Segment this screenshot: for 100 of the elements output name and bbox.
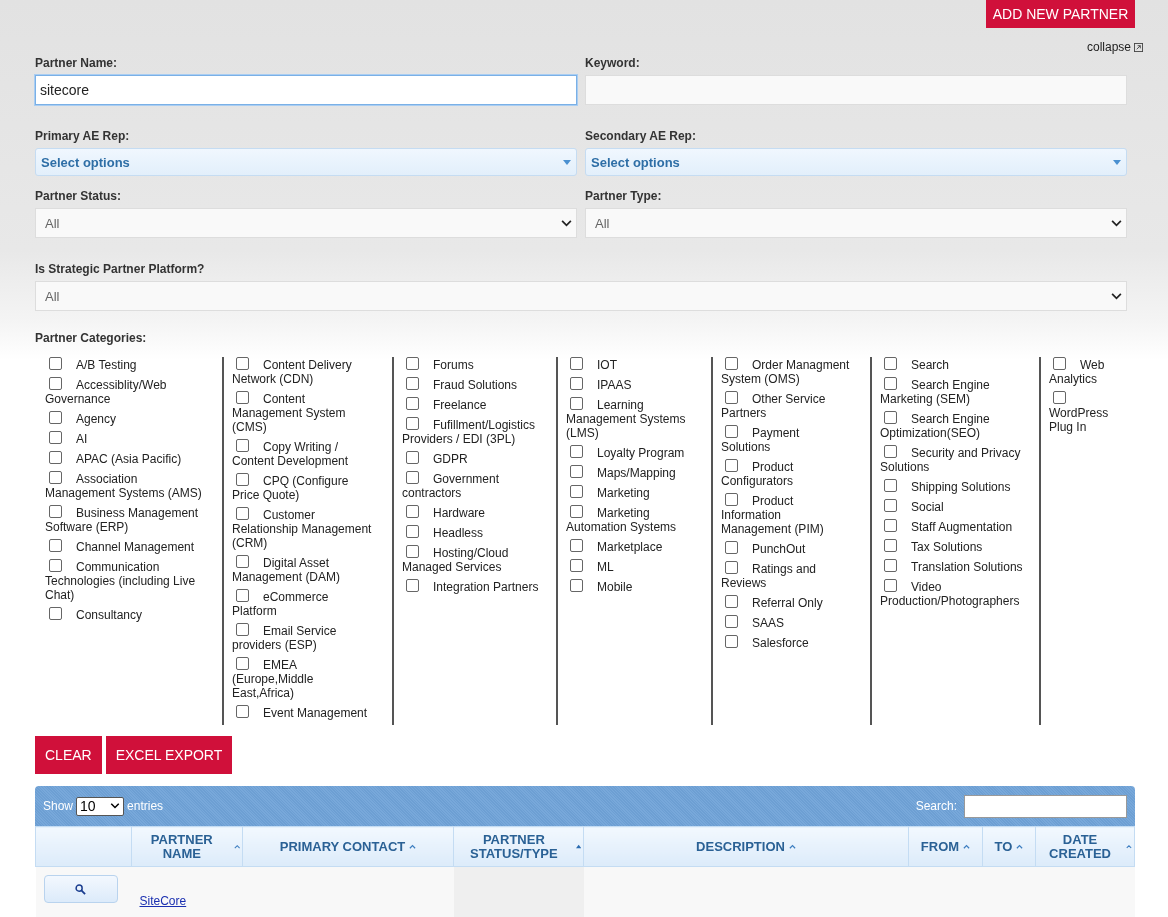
chevron-down-icon (110, 803, 121, 809)
checkbox[interactable]: Forums (402, 357, 540, 372)
checkbox[interactable]: Integration Partners (402, 579, 540, 594)
collapse-link[interactable]: collapse (1086, 40, 1143, 54)
field-label: Partner Name: (35, 56, 119, 71)
checkbox[interactable]: Agency (45, 411, 206, 426)
checkbox[interactable]: Search Engine Marketing (SEM) (880, 377, 1023, 406)
field-label: Primary AE Rep: (35, 129, 131, 144)
dropdown-triangle-icon (563, 159, 571, 165)
checkbox[interactable]: Association Management Systems (AMS) (45, 471, 206, 500)
checkbox[interactable]: Fufillment/Logistics Providers / EDI (3PL) (402, 417, 540, 446)
chevron-down-icon (561, 219, 572, 227)
checkbox[interactable]: Referral Only (721, 595, 851, 610)
checkbox[interactable]: Order Managment System (OMS) (721, 357, 851, 386)
checkbox[interactable]: SAAS (721, 615, 851, 630)
select-dropdown[interactable]: All (585, 208, 1127, 238)
checkbox[interactable]: Staff Augmentation (880, 519, 1023, 534)
checkbox[interactable]: Social (880, 499, 1023, 514)
checkbox[interactable]: Content Delivery Network (CDN) (232, 357, 376, 386)
checkbox[interactable]: Consultancy (45, 607, 206, 622)
select-dropdown[interactable]: All (35, 208, 577, 238)
checkbox[interactable]: Search (880, 357, 1023, 372)
checkbox[interactable]: Copy Writing / Content Development (232, 439, 376, 468)
entries-label: entries (127, 799, 164, 813)
dropdown-triangle-icon (1113, 159, 1121, 165)
multi-select-dropdown[interactable]: Select options (35, 148, 577, 176)
checkbox[interactable]: Security and Privacy Solutions (880, 445, 1023, 474)
field-label: Partner Status: (35, 189, 123, 204)
checkbox[interactable]: Loyalty Program (566, 445, 695, 460)
checkbox[interactable]: Search Engine Optimization(SEO) (880, 411, 1023, 440)
checkbox[interactable]: Tax Solutions (880, 539, 1023, 554)
text-field[interactable]: sitecore (35, 75, 577, 105)
checkbox[interactable]: Hosting/Cloud Managed Services (402, 545, 540, 574)
checkbox[interactable]: Marketing (566, 485, 695, 500)
checkbox[interactable]: EMEA (Europe,Middle East,Africa) (232, 657, 376, 700)
action-button[interactable]: CLEAR (35, 736, 102, 774)
checkbox[interactable]: Translation Solutions (880, 559, 1023, 574)
checkbox[interactable]: Product Configurators (721, 459, 851, 488)
checkbox[interactable]: Payment Solutions (721, 425, 851, 454)
column-header[interactable]: FROM (908, 826, 983, 867)
checkbox[interactable]: Ratings and Reviews (721, 561, 851, 590)
column-header[interactable]: DESCRIPTION (583, 826, 909, 867)
checkbox[interactable]: Government contractors (402, 471, 540, 500)
partner-name-link[interactable]: SiteCore (139, 894, 187, 908)
checkbox[interactable]: Maps/Mapping (566, 465, 695, 480)
checkbox[interactable]: Digital Asset Management (DAM) (232, 555, 376, 584)
column-header[interactable]: DATE CREATED (1035, 826, 1135, 867)
checkbox[interactable]: Mobile (566, 579, 695, 594)
checkbox[interactable]: A/B Testing (45, 357, 206, 372)
field-label: Secondary AE Rep: (585, 129, 697, 144)
checkbox[interactable]: Business Management Software (ERP) (45, 505, 206, 534)
checkbox[interactable]: WordPress Plug In (1049, 391, 1109, 434)
search-icon (75, 883, 86, 895)
checkbox[interactable]: Fraud Solutions (402, 377, 540, 392)
checkbox[interactable]: Communication Technologies (including Live Chat) (45, 559, 206, 602)
checkbox[interactable]: Salesforce (721, 635, 851, 650)
checkbox[interactable]: Email Service providers (ESP) (232, 623, 376, 652)
checkbox[interactable]: APAC (Asia Pacific) (45, 451, 206, 466)
multi-select-dropdown[interactable]: Select options (585, 148, 1127, 176)
checkbox[interactable]: Marketing Automation Systems (566, 505, 695, 534)
checkbox[interactable]: Video Production/Photographers (880, 579, 1023, 608)
field-label: Partner Type: (585, 189, 663, 204)
section-label: Partner Categories: (35, 331, 148, 346)
checkbox[interactable]: Shipping Solutions (880, 479, 1023, 494)
checkbox[interactable]: IPAAS (566, 377, 695, 392)
text-field[interactable] (585, 75, 1127, 105)
action-button[interactable]: EXCEL EXPORT (105, 736, 233, 774)
checkbox[interactable]: Customer Relationship Management (CRM) (232, 507, 376, 550)
column-header[interactable]: PARTNER STATUS/TYPE (453, 826, 584, 867)
checkbox[interactable]: Hardware (402, 505, 540, 520)
column-header[interactable]: PARTNER NAME (131, 826, 243, 867)
checkbox[interactable]: AI (45, 431, 206, 446)
checkbox[interactable]: Freelance (402, 397, 540, 412)
select-dropdown[interactable]: All (35, 281, 1127, 311)
checkbox[interactable]: Accessiblity/Web Governance (45, 377, 206, 406)
field-label: Keyword: (585, 56, 641, 71)
checkbox[interactable]: Content Management System (CMS) (232, 391, 376, 434)
checkbox[interactable]: Headless (402, 525, 540, 540)
checkbox[interactable]: ML (566, 559, 695, 574)
checkbox[interactable]: PunchOut (721, 541, 851, 556)
checkbox[interactable]: Product Information Management (PIM) (721, 493, 851, 536)
checkbox[interactable]: Other Service Partners (721, 391, 851, 420)
checkbox[interactable]: IOT (566, 357, 695, 372)
checkbox[interactable]: Event Management (232, 705, 376, 720)
search-field[interactable] (964, 794, 1127, 818)
view-button[interactable] (43, 875, 118, 903)
checkbox[interactable]: Learning Management Systems (LMS) (566, 397, 695, 440)
column-header[interactable]: TO (982, 826, 1036, 867)
page-size-select[interactable]: 10 (76, 796, 125, 816)
chevron-down-icon (1111, 219, 1122, 227)
column-header[interactable]: PRIMARY CONTACT (242, 826, 454, 867)
checkbox[interactable]: Web Analytics (1049, 357, 1109, 386)
add-new-partner-button[interactable]: ADD NEW PARTNER (986, 0, 1135, 28)
search-label: Search: (915, 799, 957, 813)
checkbox[interactable]: eCommerce Platform (232, 589, 376, 618)
checkbox[interactable]: Marketplace (566, 539, 695, 554)
show-label: Show (43, 799, 74, 813)
checkbox[interactable]: GDPR (402, 451, 540, 466)
checkbox[interactable]: CPQ (Configure Price Quote) (232, 473, 376, 502)
checkbox[interactable]: Channel Management (45, 539, 206, 554)
